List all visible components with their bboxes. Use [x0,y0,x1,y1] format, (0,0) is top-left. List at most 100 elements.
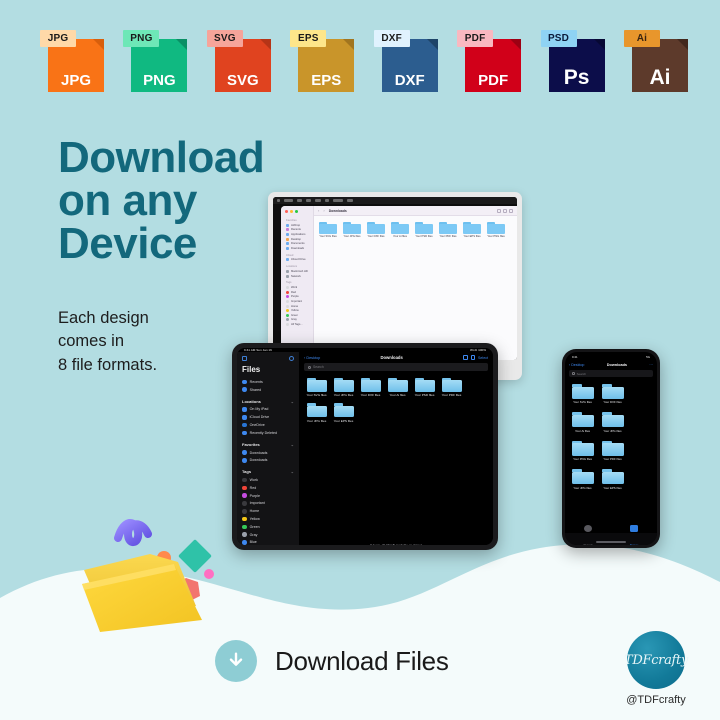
file-format-body-label: PDF [478,72,509,89]
chevron-down-icon[interactable]: ⌄ [291,399,294,404]
back-button[interactable]: ‹ Desktop [569,363,584,367]
folder-item[interactable]: Your JPG files [569,469,596,490]
download-files-cta[interactable]: Download Files [215,640,449,682]
view-grid-icon[interactable] [497,208,501,213]
sidebar-item-recents[interactable]: Recents [242,378,294,386]
sidebar-toggle-icon[interactable] [242,356,247,361]
sidebar-item-on-my-ipad[interactable]: On My iPad [242,406,294,414]
folder-item[interactable]: Your DXF files [359,378,382,397]
sidebar-tag-important[interactable]: Important [242,500,294,508]
file-format-icon-psd: PSD Ps [540,30,605,92]
folder-item[interactable]: Your Ai files [386,378,409,397]
tab-recents[interactable]: Recents [584,525,593,545]
files-navigation-bar: ‹ Desktop Downloads Select [299,352,493,363]
folder-item[interactable]: Your JPG files [599,412,626,433]
folder-item[interactable]: Your PDF files [599,440,626,461]
folder-item[interactable]: Your PSD files [413,222,435,238]
share-icon[interactable] [463,355,468,360]
sidebar-tag-gray[interactable]: Gray [242,531,294,539]
folder-label: Your PNG files [573,457,592,462]
sidebar-tag-blue[interactable]: Blue [242,539,294,546]
sidebar-tag-home[interactable]: Home [242,507,294,515]
sidebar-tag-work[interactable]: Work [242,476,294,484]
folder-icon [343,222,361,234]
phone-notch [594,352,628,359]
sidebar-toolbar[interactable] [242,355,294,364]
close-icon[interactable] [285,210,288,213]
headline-line-3: Device [58,219,197,269]
folder-item[interactable]: Your PDF files [437,222,459,238]
folder-item[interactable]: Your SVG files [305,378,328,397]
sidebar-tag-green[interactable]: Green [242,523,294,531]
folder-icon [601,469,624,485]
folder-item[interactable]: Your EPS files [599,469,626,490]
finder-toolbar-actions[interactable] [497,208,513,213]
folder-item[interactable]: Your Ai files [569,412,596,433]
search-input[interactable]: Search [569,370,653,377]
finder-sidebar[interactable]: Favorites AirDrop Recents Applications D… [281,206,314,360]
view-grid-icon[interactable] [470,355,475,360]
folder-item[interactable]: Your DXF files [365,222,387,238]
sidebar-item-downloads-2[interactable]: Downloads [242,456,294,464]
subtitle-line-2: comes in [58,332,125,351]
share-icon[interactable] [509,208,513,213]
folder-item[interactable]: Your EPS files [461,222,483,238]
folder-icon [306,403,327,418]
select-button[interactable]: Select [478,356,488,360]
download-arrow-icon[interactable] [215,640,257,682]
sidebar-item-shared[interactable]: Shared [242,386,294,394]
sidebar-item-icloud-drive[interactable]: iCloud Drive [242,413,294,421]
sidebar-item-downloads[interactable]: Downloads [242,449,294,457]
minimize-icon[interactable] [290,210,293,213]
more-options-icon[interactable]: ⋯ [649,363,653,367]
folder-icon [441,378,462,392]
folder-item[interactable]: Your Ai files [389,222,411,238]
sidebar-item-recently-deleted[interactable]: Recently Deleted [242,429,294,437]
sidebar-item-network[interactable]: Network [283,274,311,279]
sidebar-item-label: Shared [249,387,262,392]
back-button[interactable]: ‹ Desktop [304,356,320,360]
finder-folder-grid: Your SVG files Your JPG files Your DXF f… [314,216,517,360]
search-icon [572,372,575,375]
sidebar-group-label: Locations [242,398,261,404]
folder-item[interactable]: Your PSD files [413,378,436,397]
finder-content-area: ‹ › Downloads Your SVG files Your JPG fi… [314,206,517,360]
sidebar-tag-all-tags[interactable]: All Tags... [283,322,311,327]
folder-label: Your JPG files [333,393,354,398]
folder-item[interactable]: Your JPG files [341,222,363,238]
window-traffic-lights[interactable] [283,209,311,216]
sidebar-item-downloads[interactable]: Downloads [283,246,311,251]
mac-menu-bar[interactable] [273,197,517,204]
finder-toolbar: ‹ › Downloads [314,206,517,216]
folder-item[interactable]: Your PNG files [569,440,596,462]
back-button[interactable]: ‹ [318,208,320,213]
sidebar-item-icloud-drive[interactable]: iCloud Drive [283,258,311,263]
maximize-icon[interactable] [295,210,298,213]
sidebar-item-onedrive[interactable]: OneDrive [242,421,294,429]
folder-item[interactable]: Your PDF files [440,378,463,397]
folder-item[interactable]: Your DXF files [599,384,626,404]
sidebar-tag-yellow[interactable]: Yellow [242,515,294,523]
tab-browse[interactable]: Browse [630,525,638,545]
folder-item[interactable]: Your EPS files [332,403,355,423]
forward-button[interactable]: › [323,208,325,213]
folder-icon [306,378,327,392]
logo-mark[interactable]: TDFcrafty [624,631,688,689]
folder-item[interactable]: Your JPG files [332,378,355,397]
folder-item[interactable]: Your JPG files [305,403,328,423]
chevron-down-icon[interactable]: ⌄ [291,469,294,474]
sidebar-tag-purple[interactable]: Purple [242,492,294,500]
files-sidebar[interactable]: Files Recents Shared Locations ⌄ On My iP… [237,352,299,545]
folder-item[interactable]: Your SVG files [569,384,596,404]
sort-icon[interactable] [503,208,507,213]
more-options-icon[interactable] [289,356,294,361]
search-input[interactable]: Search [304,363,488,371]
files-toolbar-actions[interactable]: Select [463,355,488,360]
sidebar-tag-red[interactable]: Red [242,484,294,492]
finder-sidebar-group: Tags Work Red Purple Important Home Yell… [283,280,311,326]
folder-item[interactable]: Your PNG files [485,222,507,238]
brand-logo[interactable]: TDFcrafty @TDFcrafty [610,631,702,706]
chevron-down-icon[interactable]: ⌄ [291,442,294,447]
home-indicator [596,541,626,543]
folder-item[interactable]: Your SVG files [317,222,339,238]
